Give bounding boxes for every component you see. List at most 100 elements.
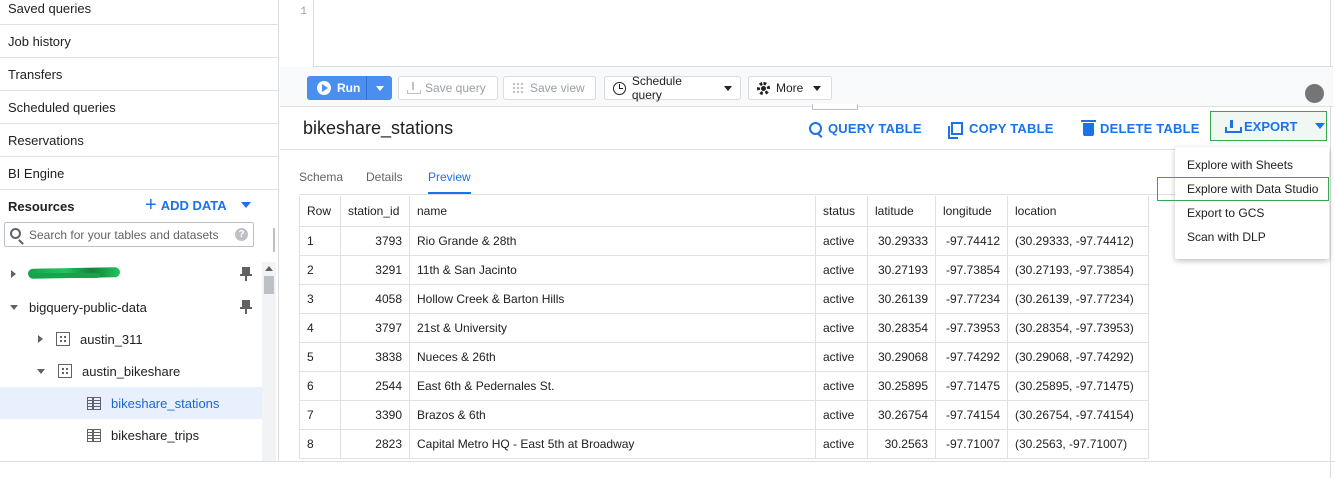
menu-item-explore-data-studio[interactable]: Explore with Data Studio — [1157, 177, 1329, 201]
tree-scrollbar[interactable] — [262, 262, 276, 462]
tab-preview[interactable]: Preview — [428, 170, 471, 194]
nav-reservations[interactable]: Reservations — [0, 124, 278, 157]
save-view-label: Save view — [530, 81, 585, 95]
delete-table-button[interactable]: DELETE TABLE — [1081, 120, 1200, 136]
tree-item-label: bigquery-public-data — [29, 299, 147, 315]
collapse-arrow-icon[interactable] — [37, 368, 45, 374]
tree-item-austin-bikeshare[interactable]: austin_bikeshare — [0, 355, 262, 387]
tooltip-stub — [812, 104, 858, 110]
resource-search-input[interactable] — [29, 226, 229, 244]
cell-station-id: 3390 — [340, 400, 410, 430]
cell-longitude: -97.71475 — [935, 371, 1008, 401]
cell-station-name: Hollow Creek & Barton Hills — [409, 284, 816, 314]
nav-bi-engine[interactable]: BI Engine — [0, 157, 278, 190]
chevron-down-icon — [375, 85, 384, 91]
cell-row-number: 3 — [299, 284, 341, 314]
chevron-down-icon — [1315, 123, 1326, 129]
run-options-dropdown[interactable] — [367, 85, 392, 91]
scroll-thumb[interactable] — [264, 276, 274, 294]
table-row: 4 3797 21st & University active 30.28354 -97.… — [299, 313, 1149, 343]
query-table-button[interactable]: QUERY TABLE — [809, 121, 922, 136]
gear-icon — [757, 81, 770, 95]
schedule-query-button[interactable]: Schedule query — [604, 74, 741, 102]
save-icon — [407, 82, 421, 94]
tabs-divider — [299, 194, 1175, 195]
line-gutter: 1 — [280, 0, 314, 67]
cell-latitude: 30.29333 — [867, 226, 936, 256]
cell-longitude: -97.73854 — [935, 255, 1008, 285]
run-main[interactable]: Run — [307, 76, 367, 100]
nav-job-history[interactable]: Job history — [0, 25, 278, 58]
query-toolbar: Run Save query Save view Schedule query … — [280, 67, 1333, 110]
nav-transfers[interactable]: Transfers — [0, 58, 278, 91]
cell-latitude: 30.27193 — [867, 255, 936, 285]
save-view-button[interactable]: Save view — [503, 76, 596, 100]
expand-arrow-icon[interactable] — [38, 335, 43, 343]
copy-icon — [948, 122, 963, 139]
cell-station-name: East 6th & Pedernales St. — [409, 371, 816, 401]
cell-location: (30.29068, -97.74292) — [1007, 342, 1149, 372]
chevron-down-icon — [724, 85, 732, 91]
panel-toggle-indicator[interactable] — [1305, 84, 1324, 103]
more-button[interactable]: More — [748, 76, 832, 100]
upload-icon — [1225, 119, 1242, 133]
run-label: Run — [337, 81, 361, 95]
scroll-up-icon[interactable] — [265, 266, 273, 271]
tree-item-bikeshare-trips[interactable]: bikeshare_trips — [0, 419, 262, 451]
tree-item-project[interactable] — [0, 258, 262, 290]
cell-location: (30.26139, -97.77234) — [1007, 284, 1149, 314]
cell-status: active — [815, 371, 868, 401]
expand-arrow-icon[interactable] — [11, 270, 16, 278]
nav-scheduled-queries[interactable]: Scheduled queries — [0, 91, 278, 124]
cell-longitude: -97.74292 — [935, 342, 1008, 372]
table-icon — [87, 396, 101, 410]
cell-latitude: 30.26139 — [867, 284, 936, 314]
cell-station-name: Capital Metro HQ - East 5th at Broadway — [409, 429, 816, 459]
table-title: bikeshare_stations — [303, 118, 454, 138]
menu-item-export-gcs[interactable]: Export to GCS — [1175, 201, 1329, 225]
cell-status: active — [815, 342, 868, 372]
cell-status: active — [815, 400, 868, 430]
tree-item-label: austin_bikeshare — [82, 363, 181, 379]
pin-icon[interactable] — [240, 300, 252, 314]
tree-item-label: bikeshare_stations — [111, 395, 220, 411]
add-data-button[interactable]: + ADD DATA — [145, 195, 251, 215]
export-button[interactable]: EXPORT — [1210, 111, 1327, 141]
cell-location: (30.25895, -97.71475) — [1007, 371, 1149, 401]
pin-icon[interactable] — [240, 267, 252, 281]
column-header-latitude: latitude — [867, 196, 936, 227]
cell-latitude: 30.29068 — [867, 342, 936, 372]
cell-longitude: -97.71007 — [935, 429, 1008, 459]
cell-station-id: 3793 — [340, 226, 410, 256]
menu-item-explore-sheets[interactable]: Explore with Sheets — [1175, 153, 1329, 177]
cell-status: active — [815, 226, 868, 256]
run-button[interactable]: Run — [307, 76, 392, 100]
cell-station-name: Rio Grande & 28th — [409, 226, 816, 256]
cell-latitude: 30.2563 — [867, 429, 936, 459]
nav-saved-queries[interactable]: Saved queries — [0, 0, 278, 25]
help-icon[interactable]: ? — [235, 228, 248, 241]
cell-row-number: 1 — [299, 226, 341, 256]
copy-table-button[interactable]: COPY TABLE — [948, 121, 1054, 139]
menu-item-scan-dlp[interactable]: Scan with DLP — [1175, 225, 1329, 249]
tab-schema[interactable]: Schema — [299, 170, 343, 192]
clock-icon — [613, 81, 626, 95]
save-query-button[interactable]: Save query — [398, 76, 498, 100]
collapse-arrow-icon[interactable] — [10, 304, 18, 310]
column-header-name: name — [409, 196, 816, 227]
chevron-down-icon[interactable] — [240, 202, 251, 208]
tree-item-austin-311[interactable]: austin_311 — [0, 323, 262, 355]
delete-table-label: DELETE TABLE — [1100, 121, 1200, 136]
resource-search-box: ? — [4, 222, 254, 247]
tree-item-bigquery-public-data[interactable]: bigquery-public-data — [0, 291, 262, 323]
table-row: 5 3838 Nueces & 26th active 30.29068 -97.7429… — [299, 342, 1149, 372]
resources-label: Resources — [8, 199, 75, 214]
sidebar-resize-handle[interactable] — [273, 228, 275, 252]
cell-status: active — [815, 429, 868, 459]
dataset-icon — [56, 332, 70, 346]
tree-item-bikeshare-stations[interactable]: bikeshare_stations — [0, 387, 262, 419]
search-icon — [10, 228, 21, 239]
column-header-longitude: longitude — [935, 196, 1008, 227]
query-editor[interactable]: 1 — [280, 0, 1333, 67]
tab-details[interactable]: Details — [366, 170, 403, 192]
